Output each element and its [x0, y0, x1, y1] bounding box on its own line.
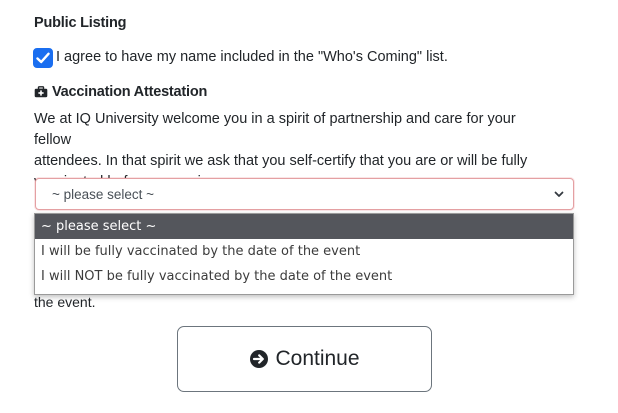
public-listing-checkbox-label[interactable]: I agree to have my name included in the …	[56, 49, 448, 65]
vaccination-description-line: We at IQ University welcome you in a spi…	[34, 111, 516, 148]
select-option-will-be-vaccinated[interactable]: I will be fully vaccinated by the date o…	[35, 239, 573, 264]
public-listing-heading: Public Listing	[34, 15, 127, 31]
select-value: ~ please select ~	[52, 186, 155, 202]
select-option-please-select[interactable]: ~ please select ~	[35, 214, 573, 239]
vaccination-heading-row: Vaccination Attestation	[34, 84, 207, 100]
chevron-down-icon	[554, 191, 564, 197]
continue-button[interactable]: Continue	[177, 326, 432, 392]
checkmark-icon	[36, 52, 50, 64]
obscured-text: the event.	[34, 294, 96, 310]
circle-arrow-right-icon	[250, 350, 269, 368]
medkit-icon	[34, 86, 48, 98]
vaccination-description-line: attendees. In that spirit we ask that yo…	[34, 153, 528, 169]
vaccination-select[interactable]: ~ please select ~	[35, 178, 574, 210]
vaccination-select-dropdown: ~ please select ~ I will be fully vaccin…	[34, 213, 574, 295]
vaccination-heading: Vaccination Attestation	[52, 84, 208, 100]
continue-button-label: Continue	[275, 347, 360, 370]
public-listing-checkbox[interactable]	[33, 48, 53, 68]
select-option-will-not-be-vaccinated[interactable]: I will NOT be fully vaccinated by the da…	[35, 264, 573, 289]
